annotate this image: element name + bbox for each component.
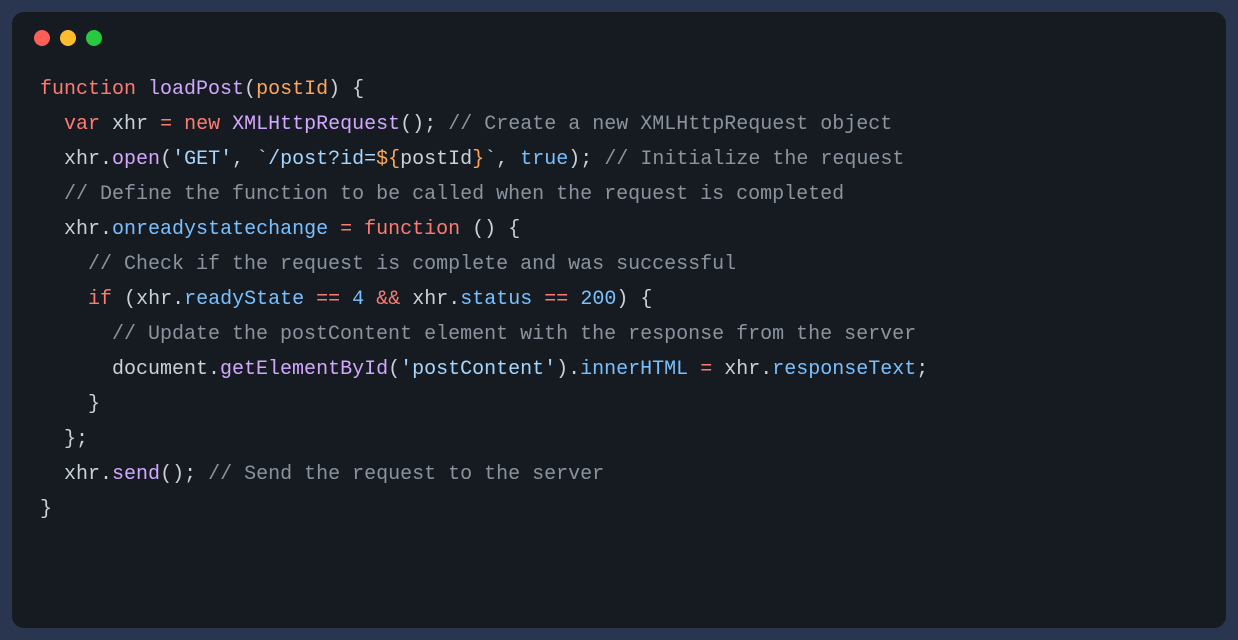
code-token-comment: // Initialize the request <box>604 148 904 171</box>
code-token-ident: document <box>112 358 208 381</box>
code-token-comment: // Send the request to the server <box>208 463 604 486</box>
code-line: xhr.onreadystatechange = function () { <box>40 212 1198 247</box>
code-token-comment: // Check if the request is complete and … <box>88 253 736 276</box>
code-token-punct: ; <box>184 463 196 486</box>
code-token-punct: ; <box>76 428 88 451</box>
code-token-punct: ; <box>916 358 928 381</box>
code-token-punct: . <box>760 358 772 381</box>
code-token-punct: { <box>508 218 520 241</box>
code-line: // Check if the request is complete and … <box>40 247 1198 282</box>
code-token-keyword: new <box>184 113 220 136</box>
code-token-prop: responseText <box>772 358 916 381</box>
code-token-keyword: var <box>64 113 100 136</box>
code-line: document.getElementById('postContent').i… <box>40 352 1198 387</box>
code-token-prop: readyState <box>184 288 304 311</box>
minimize-icon[interactable] <box>60 30 76 46</box>
code-token-ident: xhr <box>112 113 148 136</box>
code-editor[interactable]: function loadPost(postId) { var xhr = ne… <box>12 50 1226 547</box>
code-token-punct: () <box>400 113 424 136</box>
code-line: if (xhr.readyState == 4 && xhr.status ==… <box>40 282 1198 317</box>
code-token-punct: } <box>40 498 52 521</box>
code-token-punct: ; <box>424 113 436 136</box>
code-token-punct: ( <box>244 78 256 101</box>
code-token-func: open <box>112 148 160 171</box>
code-token-comment: // Define the function to be called when… <box>64 183 844 206</box>
code-line: } <box>40 387 1198 422</box>
code-token-keyword: function <box>40 78 136 101</box>
code-token-punct: . <box>448 288 460 311</box>
code-token-param: postId <box>256 78 328 101</box>
code-token-ident: xhr <box>724 358 760 381</box>
code-token-string: 'postContent' <box>400 358 556 381</box>
code-token-punct: , <box>496 148 508 171</box>
code-token-func: getElementById <box>220 358 388 381</box>
code-token-punct: . <box>100 148 112 171</box>
code-token-punct: { <box>640 288 652 311</box>
code-token-prop: onreadystatechange <box>112 218 328 241</box>
code-token-op: == <box>316 288 340 311</box>
code-token-op: = <box>160 113 172 136</box>
code-line: function loadPost(postId) { <box>40 72 1198 107</box>
code-token-interp: } <box>472 148 484 171</box>
code-token-func: XMLHttpRequest <box>232 113 400 136</box>
code-token-punct: ( <box>160 148 172 171</box>
code-token-punct: ) <box>568 148 580 171</box>
code-token-prop: innerHTML <box>580 358 688 381</box>
code-token-prop: status <box>460 288 532 311</box>
code-token-op: = <box>340 218 352 241</box>
code-token-punct: ( <box>124 288 136 311</box>
code-token-punct: , <box>232 148 244 171</box>
code-token-bool: true <box>520 148 568 171</box>
code-token-num: 200 <box>580 288 616 311</box>
code-line: } <box>40 492 1198 527</box>
code-token-ident: postId <box>400 148 472 171</box>
code-token-punct: ; <box>580 148 592 171</box>
code-token-ident: xhr <box>64 218 100 241</box>
code-token-punct: () <box>472 218 496 241</box>
code-token-func: send <box>112 463 160 486</box>
code-token-punct: . <box>568 358 580 381</box>
maximize-icon[interactable] <box>86 30 102 46</box>
code-line: }; <box>40 422 1198 457</box>
code-token-punct: . <box>208 358 220 381</box>
code-line: xhr.send(); // Send the request to the s… <box>40 457 1198 492</box>
code-token-num: 4 <box>352 288 364 311</box>
code-token-string: `/post?id= <box>256 148 376 171</box>
code-token-ident: xhr <box>64 148 100 171</box>
code-token-punct: ) <box>556 358 568 381</box>
code-token-keyword: if <box>88 288 112 311</box>
code-token-string: ` <box>484 148 496 171</box>
code-token-interp: ${ <box>376 148 400 171</box>
code-token-punct: } <box>64 428 76 451</box>
close-icon[interactable] <box>34 30 50 46</box>
code-token-func: loadPost <box>148 78 244 101</box>
code-token-keyword: function <box>364 218 460 241</box>
code-token-comment: // Create a new XMLHttpRequest object <box>448 113 892 136</box>
code-window: function loadPost(postId) { var xhr = ne… <box>12 12 1226 628</box>
code-token-ident: xhr <box>136 288 172 311</box>
code-token-op: = <box>700 358 712 381</box>
code-token-punct: ( <box>388 358 400 381</box>
code-token-punct: . <box>100 218 112 241</box>
code-token-ident: xhr <box>64 463 100 486</box>
code-line: xhr.open('GET', `/post?id=${postId}`, tr… <box>40 142 1198 177</box>
code-token-punct: ) <box>328 78 340 101</box>
window-titlebar <box>12 12 1226 50</box>
code-token-punct: . <box>100 463 112 486</box>
code-line: // Update the postContent element with t… <box>40 317 1198 352</box>
code-token-comment: // Update the postContent element with t… <box>112 323 916 346</box>
code-token-punct: } <box>88 393 100 416</box>
code-token-string: 'GET' <box>172 148 232 171</box>
code-token-op: && <box>376 288 400 311</box>
code-token-punct: () <box>160 463 184 486</box>
code-token-op: == <box>544 288 568 311</box>
code-token-ident: xhr <box>412 288 448 311</box>
code-line: // Define the function to be called when… <box>40 177 1198 212</box>
code-token-punct: ) <box>616 288 628 311</box>
code-token-punct: . <box>172 288 184 311</box>
code-token-punct: { <box>352 78 364 101</box>
code-line: var xhr = new XMLHttpRequest(); // Creat… <box>40 107 1198 142</box>
